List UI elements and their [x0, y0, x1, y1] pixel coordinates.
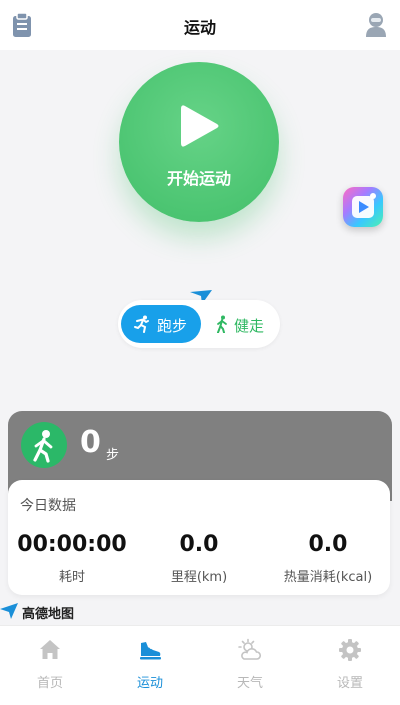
stat-duration-value: 00:00:00	[17, 532, 127, 557]
tab-sport-label: 运动	[136, 676, 163, 691]
mode-walk-label: 健走	[234, 317, 265, 335]
walker-icon	[217, 315, 227, 333]
tab-weather[interactable]: 天气	[200, 626, 300, 705]
tab-settings-label: 设置	[336, 676, 363, 691]
steps-unit: 步	[106, 448, 120, 463]
video-app-icon[interactable]	[343, 187, 383, 227]
steps-count: 0	[80, 425, 101, 460]
stat-calories: 0.0 热量消耗(kcal)	[268, 532, 388, 585]
exercise-mode-toggle: 跑步 健走	[118, 300, 280, 348]
mode-run-button[interactable]: 跑步	[121, 305, 201, 343]
bottom-tab-bar: 首页 运动 天气 设置	[0, 625, 400, 705]
tab-sport[interactable]: 运动	[100, 626, 200, 705]
tab-settings[interactable]: 设置	[300, 626, 400, 705]
runner-icon	[134, 315, 149, 333]
tab-weather-label: 天气	[236, 676, 263, 691]
amap-arrow-icon	[0, 603, 18, 619]
stat-distance-value: 0.0	[179, 532, 219, 557]
stat-calories-label: 热量消耗(kcal)	[283, 570, 373, 585]
user-profile-icon[interactable]	[364, 12, 388, 38]
home-icon	[40, 640, 60, 659]
mode-walk-button[interactable]: 健走	[206, 305, 278, 343]
walker-avatar-icon	[21, 422, 67, 468]
today-data-card: 今日数据 00:00:00 耗时 0.0 里程(km) 0.0 热量消耗(kca…	[8, 480, 390, 595]
running-shoe-icon	[140, 642, 161, 660]
amap-logo-text: 高德地图	[22, 607, 75, 622]
tab-home[interactable]: 首页	[0, 626, 100, 705]
start-exercise-label: 开始运动	[166, 169, 231, 188]
stat-duration: 00:00:00 耗时	[10, 532, 134, 585]
gear-icon	[339, 639, 361, 661]
stat-distance: 0.0 里程(km)	[143, 532, 255, 585]
today-data-title: 今日数据	[20, 498, 76, 514]
stat-duration-label: 耗时	[58, 570, 85, 585]
tab-home-label: 首页	[36, 676, 63, 691]
header-bar: 运动	[0, 0, 400, 50]
start-exercise-button[interactable]: 开始运动	[119, 62, 279, 222]
stat-calories-value: 0.0	[308, 532, 348, 557]
page-title: 运动	[183, 18, 216, 37]
play-icon	[181, 105, 219, 147]
stat-distance-label: 里程(km)	[170, 570, 228, 585]
weather-icon	[238, 638, 262, 660]
mode-run-label: 跑步	[157, 317, 188, 335]
